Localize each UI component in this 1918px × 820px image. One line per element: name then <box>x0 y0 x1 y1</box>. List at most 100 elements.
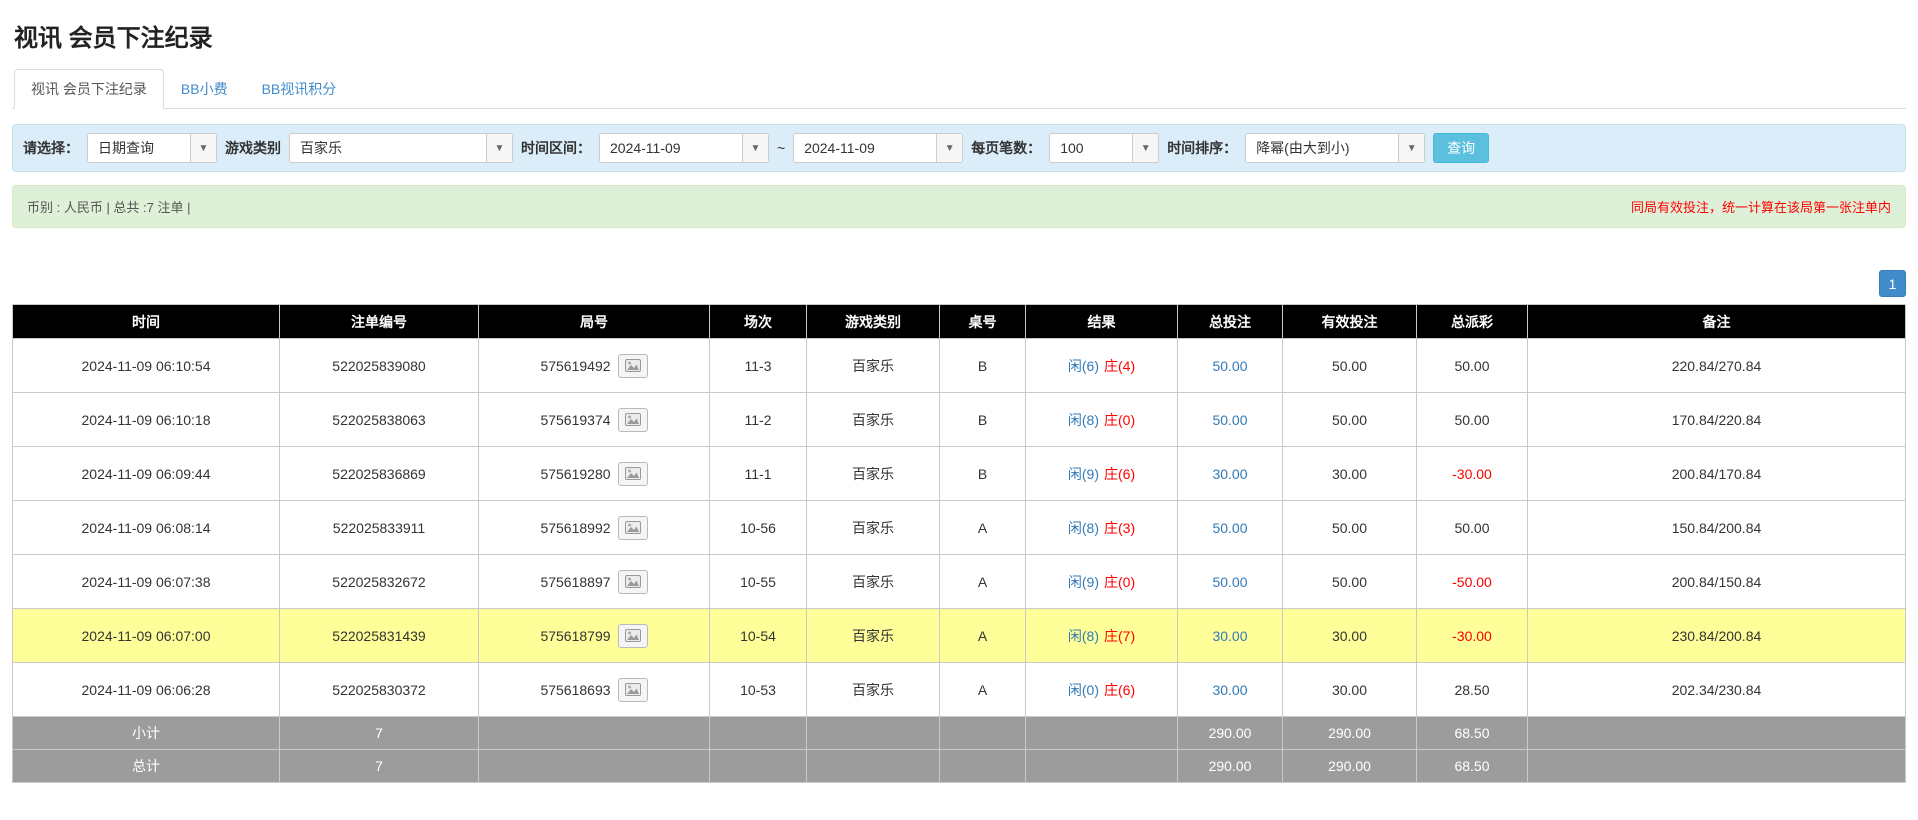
table-footer: 小计 7 290.00 290.00 68.50 总计 7 2 <box>13 717 1906 783</box>
result-banker: 庄(0) <box>1104 574 1135 590</box>
col-note: 备注 <box>1528 305 1906 339</box>
cell-payout: 50.00 <box>1417 393 1528 447</box>
subtotal-total-bet: 290.00 <box>1178 717 1283 750</box>
cell-valid-bet: 50.00 <box>1283 501 1417 555</box>
page-button-1[interactable]: 1 <box>1879 270 1906 297</box>
cell-total-bet: 30.00 <box>1178 609 1283 663</box>
round-replay-icon[interactable] <box>618 354 648 378</box>
result-banker: 庄(0) <box>1104 412 1135 428</box>
total-row: 总计 7 290.00 290.00 68.50 <box>13 750 1906 783</box>
result-banker: 庄(6) <box>1104 682 1135 698</box>
round-id-wrap: 575619374 <box>540 408 647 432</box>
date-from-select[interactable]: 2024-11-09 ▼ <box>599 133 769 163</box>
page-size-label: 每页笔数： <box>971 138 1041 158</box>
table-row: 2024-11-09 06:06:28522025830372575618693… <box>13 663 1906 717</box>
summary-bar: 币别 : 人民币 | 总共 :7 注单 | 同局有效投注，统一计算在该局第一张注… <box>12 185 1906 228</box>
cell-table-no: B <box>940 339 1026 393</box>
cell-empty <box>940 750 1026 783</box>
cell-bet-id: 522025836869 <box>280 447 479 501</box>
sort-select[interactable]: 降幂(由大到小) ▼ <box>1245 133 1425 163</box>
subtotal-label: 小计 <box>13 717 280 750</box>
cell-time: 2024-11-09 06:09:44 <box>13 447 280 501</box>
cell-table-no: A <box>940 609 1026 663</box>
total-bet-link[interactable]: 50.00 <box>1212 520 1247 536</box>
query-type-label: 请选择： <box>23 138 79 158</box>
page: 视讯 会员下注纪录 视讯 会员下注纪录 BB小费 BB视讯积分 请选择： 日期查… <box>0 0 1918 791</box>
page-size-select[interactable]: 100 ▼ <box>1049 133 1159 163</box>
search-button[interactable]: 查询 <box>1433 133 1489 163</box>
cell-valid-bet: 50.00 <box>1283 555 1417 609</box>
cell-time: 2024-11-09 06:08:14 <box>13 501 280 555</box>
chevron-down-icon[interactable]: ▼ <box>936 134 962 162</box>
result-banker: 庄(4) <box>1104 358 1135 374</box>
cell-note: 200.84/150.84 <box>1528 555 1906 609</box>
cell-empty <box>479 717 710 750</box>
summary-text: 币别 : 人民币 | 总共 :7 注单 | <box>27 197 191 216</box>
cell-empty <box>710 717 807 750</box>
subtotal-payout: 68.50 <box>1417 717 1528 750</box>
round-id-wrap: 575619492 <box>540 354 647 378</box>
tab-betting-records[interactable]: 视讯 会员下注纪录 <box>14 69 164 109</box>
cell-note: 230.84/200.84 <box>1528 609 1906 663</box>
query-type-select[interactable]: 日期查询 ▼ <box>87 133 217 163</box>
cell-bet-id: 522025838063 <box>280 393 479 447</box>
summary-notice: 同局有效投注，统一计算在该局第一张注单内 <box>1631 197 1891 216</box>
total-payout: 68.50 <box>1417 750 1528 783</box>
round-id-wrap: 575618992 <box>540 516 647 540</box>
cell-note: 170.84/220.84 <box>1528 393 1906 447</box>
total-bet-link[interactable]: 30.00 <box>1212 628 1247 644</box>
total-bet-link[interactable]: 50.00 <box>1212 412 1247 428</box>
tab-bb-video-points[interactable]: BB视讯积分 <box>245 69 354 109</box>
cell-empty <box>1026 717 1178 750</box>
round-replay-icon[interactable] <box>618 624 648 648</box>
round-id-text: 575619374 <box>540 412 610 428</box>
date-separator: ~ <box>777 140 785 156</box>
cell-session: 10-54 <box>710 609 807 663</box>
cell-total-bet: 50.00 <box>1178 393 1283 447</box>
total-bet-link[interactable]: 30.00 <box>1212 466 1247 482</box>
chevron-down-icon[interactable]: ▼ <box>1132 134 1158 162</box>
table-row: 2024-11-09 06:10:18522025838063575619374… <box>13 393 1906 447</box>
cell-note: 150.84/200.84 <box>1528 501 1906 555</box>
cell-bet-id: 522025832672 <box>280 555 479 609</box>
chevron-down-icon[interactable]: ▼ <box>742 134 768 162</box>
subtotal-valid-bet: 290.00 <box>1283 717 1417 750</box>
cell-empty <box>807 717 940 750</box>
round-replay-icon[interactable] <box>618 408 648 432</box>
date-to-value: 2024-11-09 <box>794 134 936 162</box>
col-session: 场次 <box>710 305 807 339</box>
cell-session: 10-56 <box>710 501 807 555</box>
chevron-down-icon[interactable]: ▼ <box>486 134 512 162</box>
col-payout: 总派彩 <box>1417 305 1528 339</box>
date-to-select[interactable]: 2024-11-09 ▼ <box>793 133 963 163</box>
cell-session: 10-53 <box>710 663 807 717</box>
cell-time: 2024-11-09 06:06:28 <box>13 663 280 717</box>
chevron-down-icon[interactable]: ▼ <box>190 134 216 162</box>
cell-game-type: 百家乐 <box>807 555 940 609</box>
tab-bb-tips[interactable]: BB小费 <box>164 69 245 109</box>
total-bet-link[interactable]: 50.00 <box>1212 358 1247 374</box>
round-replay-icon[interactable] <box>618 516 648 540</box>
round-replay-icon[interactable] <box>618 678 648 702</box>
round-replay-icon[interactable] <box>618 570 648 594</box>
total-bet-link[interactable]: 30.00 <box>1212 682 1247 698</box>
cell-game-type: 百家乐 <box>807 663 940 717</box>
cell-game-type: 百家乐 <box>807 393 940 447</box>
cell-table-no: A <box>940 501 1026 555</box>
total-total-bet: 290.00 <box>1178 750 1283 783</box>
cell-note: 200.84/170.84 <box>1528 447 1906 501</box>
round-replay-icon[interactable] <box>618 462 648 486</box>
chevron-down-icon[interactable]: ▼ <box>1398 134 1424 162</box>
cell-empty <box>1528 750 1906 783</box>
cell-round-id: 575618897 <box>479 555 710 609</box>
cell-round-id: 575619280 <box>479 447 710 501</box>
table-row: 2024-11-09 06:07:38522025832672575618897… <box>13 555 1906 609</box>
cell-empty <box>1026 750 1178 783</box>
total-bet-link[interactable]: 50.00 <box>1212 574 1247 590</box>
page-size-value: 100 <box>1050 134 1132 162</box>
total-count: 7 <box>280 750 479 783</box>
cell-result: 闲(0)庄(6) <box>1026 663 1178 717</box>
cell-total-bet: 50.00 <box>1178 339 1283 393</box>
filter-bar: 请选择： 日期查询 ▼ 游戏类别 百家乐 ▼ 时间区间： 2024-11-09 … <box>12 124 1906 172</box>
game-type-select[interactable]: 百家乐 ▼ <box>289 133 513 163</box>
